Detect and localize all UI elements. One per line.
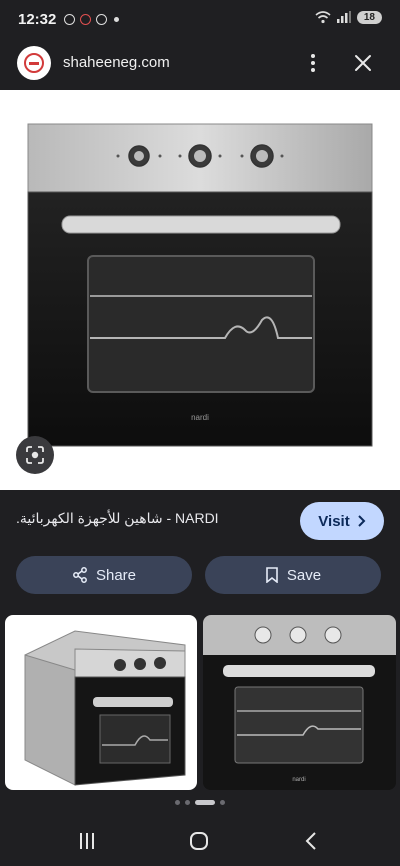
page-dot	[220, 799, 225, 805]
wifi-icon	[315, 11, 331, 24]
share-icon	[73, 567, 87, 583]
status-bar: 12:32 18	[0, 0, 400, 38]
oven-side-image	[24, 630, 186, 786]
more-vert-icon[interactable]	[300, 48, 326, 78]
back-icon[interactable]	[296, 827, 326, 855]
more-notifications-icon	[114, 16, 120, 22]
site-logo-icon	[24, 53, 44, 73]
whatsapp-icon	[96, 13, 108, 25]
visit-label: Visit	[318, 512, 350, 530]
save-label: Save	[286, 566, 322, 584]
result-title[interactable]: NARDI - شاهين للأجهزة الكهربائية.	[16, 510, 286, 527]
site-url[interactable]: shaheeneg.com	[63, 54, 170, 71]
notification-icons	[64, 13, 120, 25]
page-dot-active	[195, 799, 215, 805]
brand-logo-text: nardi	[191, 413, 209, 422]
status-right: 18	[315, 10, 382, 24]
home-icon[interactable]	[184, 827, 214, 855]
related-image[interactable]: nardi	[203, 615, 396, 790]
page-dot	[175, 799, 180, 805]
share-button[interactable]: Share	[16, 556, 192, 594]
page-indicator	[0, 797, 400, 807]
battery-indicator: 18	[356, 10, 382, 24]
svg-text:nardi: nardi	[292, 777, 305, 783]
notification-icon	[80, 13, 92, 25]
oven-front-image: nardi	[203, 615, 396, 790]
bookmark-icon	[266, 567, 278, 583]
share-label: Share	[95, 566, 137, 584]
oven-image: nardi	[27, 123, 373, 447]
signal-icon	[336, 11, 351, 23]
system-nav-bar	[0, 815, 400, 866]
status-time: 12:32	[18, 10, 57, 28]
result-image[interactable]: nardi	[0, 90, 400, 490]
google-lens-icon[interactable]	[16, 436, 54, 474]
close-icon[interactable]	[350, 48, 376, 78]
header-bar: shaheeneg.com	[0, 38, 400, 90]
notification-icon	[64, 13, 76, 25]
site-favicon	[17, 46, 51, 80]
recents-icon[interactable]	[72, 827, 102, 855]
save-button[interactable]: Save	[205, 556, 381, 594]
page-dot	[185, 799, 190, 805]
related-image[interactable]	[5, 615, 197, 790]
chevron-right-icon	[357, 515, 366, 527]
visit-button[interactable]: Visit	[300, 502, 384, 540]
